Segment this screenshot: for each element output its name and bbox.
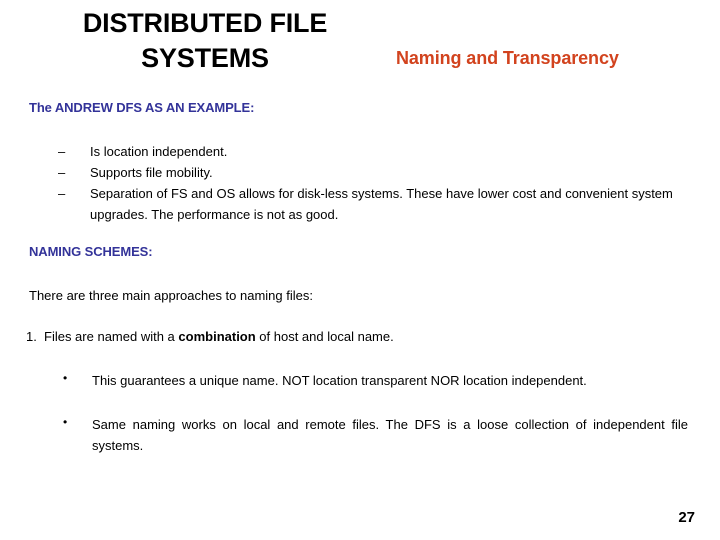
numbered-item-text-end: of host and local name.: [255, 329, 394, 344]
slide: DISTRIBUTED FILE SYSTEMS Naming and Tran…: [0, 0, 720, 540]
numbered-item-text-start: Files are named with a: [44, 329, 179, 344]
andrew-bullet-list: – Is location independent. – Supports fi…: [58, 141, 688, 225]
slide-header: DISTRIBUTED FILE SYSTEMS Naming and Tran…: [0, 0, 720, 92]
dot-bullet-icon: •: [63, 371, 68, 385]
slide-subtitle: Naming and Transparency: [396, 48, 619, 68]
dash-bullet-icon: –: [58, 186, 66, 202]
list-item-label: Separation of FS and OS allows for disk-…: [90, 186, 673, 223]
naming-intro-text: There are three main approaches to namin…: [29, 288, 313, 303]
list-item-label: Same naming works on local and remote fi…: [92, 417, 688, 454]
list-item-label: Supports file mobility.: [90, 165, 213, 181]
numbered-list-item: 1. Files are named with a combination of …: [26, 329, 394, 344]
naming-sub-bullet-list: • This guarantees a unique name. NOT loc…: [60, 370, 688, 456]
page-number: 27: [678, 509, 695, 526]
list-item: – Separation of FS and OS allows for dis…: [58, 183, 688, 225]
list-item: • This guarantees a unique name. NOT loc…: [60, 370, 688, 391]
list-item-label: This guarantees a unique name. NOT locat…: [92, 373, 587, 388]
page-title: DISTRIBUTED FILE SYSTEMS: [82, 8, 328, 73]
list-item-label: Is location independent.: [90, 144, 228, 159]
slide-body: The ANDREW DFS AS AN EXAMPLE: – Is locat…: [0, 92, 720, 540]
dash-bullet-icon: –: [58, 165, 66, 181]
dash-bullet-icon: –: [58, 144, 66, 159]
andrew-section-heading: The ANDREW DFS AS AN EXAMPLE:: [29, 100, 255, 115]
naming-schemes-heading: NAMING SCHEMES:: [29, 244, 153, 259]
numbered-item-emphasis: combination: [178, 329, 256, 344]
list-item: – Supports file mobility.: [58, 162, 688, 183]
list-item: – Is location independent.: [58, 141, 688, 162]
list-item-number: 1.: [26, 329, 37, 344]
list-item: • Same naming works on local and remote …: [60, 414, 688, 456]
dot-bullet-icon: •: [63, 415, 68, 430]
